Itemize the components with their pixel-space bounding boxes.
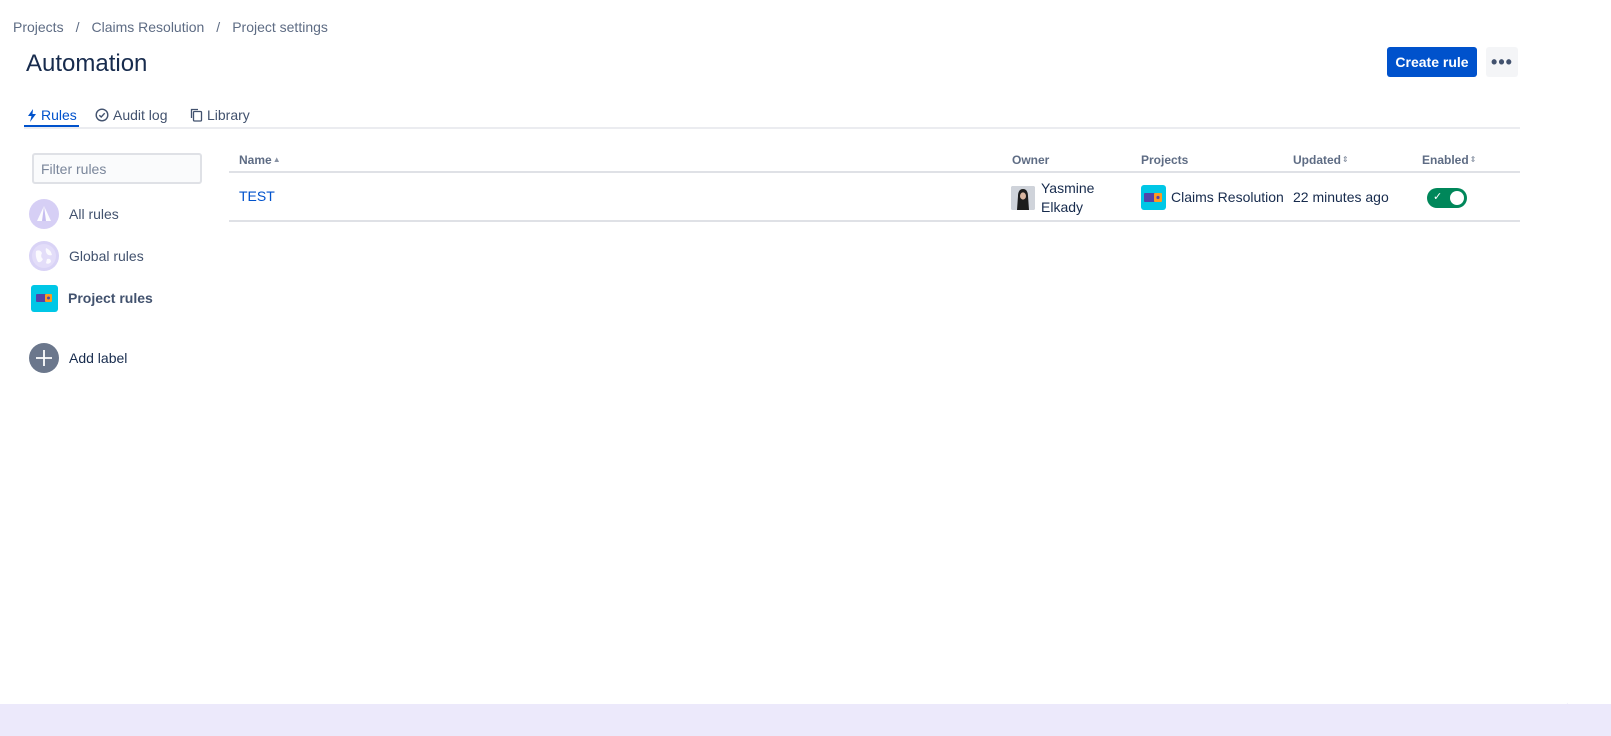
filter-rules-input[interactable]: [32, 153, 202, 184]
breadcrumb-claims-resolution[interactable]: Claims Resolution: [91, 19, 204, 35]
sidebar-item-project-rules[interactable]: Project rules: [29, 283, 153, 313]
tab-audit-log[interactable]: Audit log: [95, 105, 167, 125]
project-avatar: [1141, 185, 1166, 210]
plus-icon: [29, 343, 59, 373]
sidebar-item-label: Global rules: [69, 248, 144, 264]
column-header-updated[interactable]: Updated⇕: [1293, 153, 1349, 167]
owner-last-name: Elkady: [1041, 199, 1084, 215]
create-rule-button[interactable]: Create rule: [1387, 47, 1477, 77]
active-tab-indicator: [24, 125, 79, 127]
breadcrumb-separator: /: [75, 19, 80, 35]
add-label-text: Add label: [69, 350, 128, 366]
owner-first-name: Yasmine: [1041, 180, 1095, 196]
globe-icon: [29, 241, 59, 271]
page-title: Automation: [26, 50, 148, 77]
sidebar-item-all-rules[interactable]: All rules: [29, 199, 119, 229]
tab-rules[interactable]: Rules: [27, 105, 77, 125]
rule-name-link[interactable]: TEST: [239, 188, 275, 204]
column-header-updated-label: Updated: [1293, 153, 1341, 167]
sidebar-item-label: All rules: [69, 206, 119, 222]
check-icon: ✓: [1433, 191, 1443, 203]
more-actions-button[interactable]: •••: [1486, 47, 1518, 77]
copy-icon: [190, 108, 203, 122]
breadcrumb-projects[interactable]: Projects: [13, 19, 64, 35]
sort-icon: ⇕: [1469, 155, 1477, 164]
rules-table: Name▲ Owner Projects Updated⇕ Enabled⇕ T…: [229, 147, 1520, 222]
sidebar-item-label: Project rules: [68, 290, 153, 306]
tab-library-label: Library: [207, 107, 250, 123]
add-label-button[interactable]: Add label: [29, 343, 127, 373]
breadcrumb-separator: /: [216, 19, 221, 35]
sidebar-item-global-rules[interactable]: Global rules: [29, 241, 144, 271]
updated-time: 22 minutes ago: [1293, 189, 1389, 205]
owner-avatar: [1011, 186, 1035, 210]
table-header: Name▲ Owner Projects Updated⇕ Enabled⇕: [229, 147, 1520, 173]
column-header-projects: Projects: [1141, 153, 1189, 167]
main-page: Projects / Claims Resolution / Project s…: [0, 0, 1568, 704]
tab-audit-log-label: Audit log: [113, 107, 168, 123]
column-header-owner: Owner: [1012, 153, 1050, 167]
project-icon: [31, 284, 58, 312]
column-header-name-label: Name: [239, 153, 272, 167]
atlassian-icon: [29, 199, 59, 229]
tab-library[interactable]: Library: [190, 105, 250, 125]
tab-rules-label: Rules: [41, 107, 77, 123]
enabled-toggle[interactable]: ✓: [1427, 188, 1467, 208]
breadcrumb: Projects / Claims Resolution / Project s…: [13, 19, 328, 35]
more-icon: •••: [1491, 52, 1513, 72]
lightning-icon: [28, 108, 36, 122]
project-name: Claims Resolution: [1171, 189, 1284, 205]
breadcrumb-project-settings[interactable]: Project settings: [232, 19, 328, 35]
column-header-enabled-label: Enabled: [1422, 153, 1469, 167]
bottom-strip: [0, 704, 1611, 736]
sort-icon: ⇕: [1342, 155, 1349, 164]
toggle-knob: [1450, 191, 1464, 205]
right-rail: [1568, 0, 1611, 736]
column-header-enabled[interactable]: Enabled⇕: [1422, 153, 1476, 167]
column-header-name[interactable]: Name▲: [239, 153, 281, 167]
check-circle-icon: [95, 108, 109, 122]
tab-bar: Rules Audit log Library: [24, 100, 1520, 129]
sort-asc-icon: ▲: [272, 155, 281, 164]
table-row: TEST Yasmine Elkady Claims Resolution 22…: [229, 173, 1520, 222]
owner-name: Yasmine Elkady: [1041, 179, 1094, 217]
